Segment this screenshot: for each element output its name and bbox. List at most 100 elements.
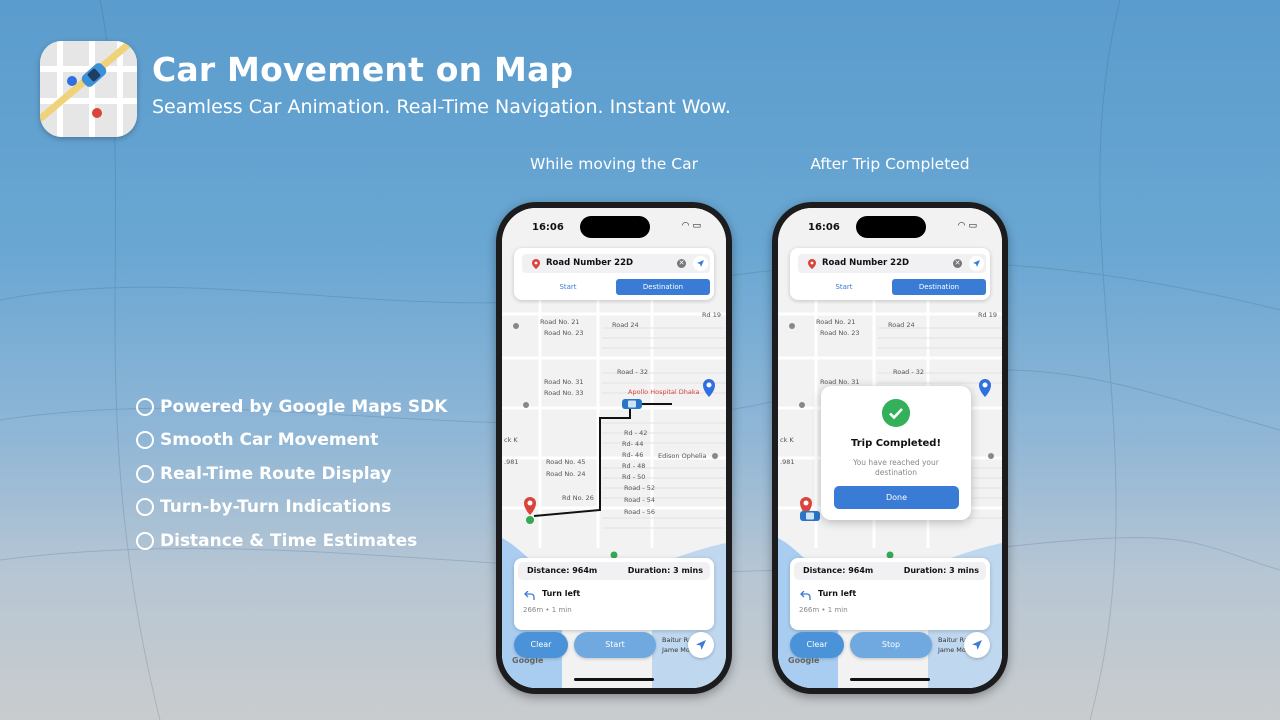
map-label: Road No. 23	[820, 329, 860, 337]
map-label: .981	[780, 458, 795, 466]
map-label: Rd - 48	[622, 462, 646, 470]
turn-distance: 266m • 1 min	[799, 606, 848, 614]
search-value: Road Number 22D	[546, 258, 634, 268]
app-icon	[40, 41, 137, 137]
turn-instruction: Turn left	[542, 589, 581, 598]
turn-left-icon	[524, 591, 535, 600]
trip-summary-row: Distance: 964m Duration: 3 mins	[518, 562, 710, 580]
home-indicator	[850, 678, 930, 681]
my-location-icon[interactable]	[688, 632, 714, 658]
map-label: Jame Mo	[938, 646, 966, 654]
map-label: Road No. 31	[820, 378, 860, 386]
feature-label: Distance & Time Estimates	[160, 530, 418, 551]
phone-screen: 16:06 ◠▭ Road No. 21 Road No. 23 Road 24…	[502, 208, 726, 688]
map-label: Road No. 45	[546, 458, 586, 466]
dynamic-island	[856, 216, 926, 238]
route-input-card: Road Number 22D ✕ Start Destination	[514, 248, 714, 300]
map-label: ck K	[780, 436, 794, 444]
battery-icon: ▭	[968, 221, 980, 231]
circle-bullet-icon	[136, 531, 154, 550]
route-tabs: Start Destination	[798, 279, 986, 295]
map-label: Road - 56	[624, 508, 656, 516]
feature-item: Smooth Car Movement	[136, 424, 447, 458]
map-label: ck K	[504, 436, 518, 444]
feature-item: Distance & Time Estimates	[136, 524, 447, 558]
trip-summary-row: Distance: 964m Duration: 3 mins	[794, 562, 986, 580]
distance-value: Distance: 964m	[527, 566, 598, 575]
my-location-icon[interactable]	[964, 632, 990, 658]
success-check-icon	[882, 399, 910, 427]
map-label: Road No. 23	[544, 329, 584, 337]
map-label: Rd- 44	[622, 440, 644, 448]
navigation-arrow-icon[interactable]	[693, 256, 708, 271]
status-time: 16:06	[532, 222, 564, 233]
map-label: Rd No. 26	[562, 494, 594, 502]
map-label: Road No. 24	[546, 470, 586, 478]
map-label: Road No. 33	[544, 389, 584, 397]
route-input-card: Road Number 22D ✕ Start Destination	[790, 248, 990, 300]
phone-completed: 16:06 ◠▭ Road No. 21 Road No. 23 Road 24…	[772, 202, 1008, 694]
tab-start[interactable]: Start	[798, 279, 890, 295]
phone-screen: 16:06 ◠▭ Road No. 21 Road No. 23 Road 24…	[778, 208, 1002, 688]
destination-search-field[interactable]: Road Number 22D ✕	[522, 254, 710, 273]
duration-value: Duration: 3 mins	[903, 566, 979, 575]
tab-destination[interactable]: Destination	[892, 279, 986, 295]
dynamic-island	[580, 216, 650, 238]
status-icons: ◠▭	[958, 221, 980, 231]
distance-value: Distance: 964m	[803, 566, 874, 575]
trip-info-card: Distance: 964m Duration: 3 mins Turn lef…	[790, 558, 990, 630]
hospital-label: Apollo Hospital Dhaka	[628, 388, 700, 396]
circle-bullet-icon	[136, 397, 154, 416]
status-time: 16:06	[808, 222, 840, 233]
start-button[interactable]: Start	[574, 632, 656, 658]
screen-caption-completed: After Trip Completed	[810, 155, 970, 173]
location-pin-icon	[808, 259, 816, 269]
map-label: Rd - 50	[622, 473, 646, 481]
done-button[interactable]: Done	[834, 486, 959, 509]
turn-instruction: Turn left	[818, 589, 857, 598]
page-title: Car Movement on Map	[152, 50, 574, 89]
clear-button[interactable]: Clear	[790, 632, 844, 658]
map-label: Road - 32	[617, 368, 649, 376]
clear-search-icon[interactable]: ✕	[677, 259, 686, 268]
page-subtitle: Seamless Car Animation. Real-Time Naviga…	[152, 96, 731, 118]
circle-bullet-icon	[136, 498, 154, 517]
dialog-message: You have reached your destination	[853, 458, 939, 477]
dialog-title: Trip Completed!	[851, 438, 941, 449]
circle-bullet-icon	[136, 464, 154, 483]
map-label: Road - 54	[624, 496, 656, 504]
tab-destination[interactable]: Destination	[616, 279, 710, 295]
map-label: Rd 19	[702, 311, 721, 319]
feature-list: Powered by Google Maps SDK Smooth Car Mo…	[136, 390, 447, 558]
clear-search-icon[interactable]: ✕	[953, 259, 962, 268]
feature-label: Real-Time Route Display	[160, 463, 392, 484]
map-label: Road No. 21	[540, 318, 580, 326]
map-label: Rd - 42	[624, 429, 648, 437]
map-label: Jame Mo	[662, 646, 690, 654]
map-label: Road - 52	[624, 484, 656, 492]
feature-label: Powered by Google Maps SDK	[160, 396, 448, 417]
map-label: Road No. 31	[544, 378, 584, 386]
turn-left-icon	[800, 591, 811, 600]
map-label: Rd- 46	[622, 451, 644, 459]
stop-button[interactable]: Stop	[850, 632, 932, 658]
map-label: Edison Ophelia	[658, 452, 707, 460]
location-pin-icon	[532, 259, 540, 269]
status-icons: ◠▭	[682, 221, 704, 231]
destination-search-field[interactable]: Road Number 22D ✕	[798, 254, 986, 273]
map-label: Road 24	[612, 321, 639, 329]
map-label: Rd 19	[978, 311, 997, 319]
navigation-arrow-icon[interactable]	[969, 256, 984, 271]
battery-icon: ▭	[692, 221, 704, 231]
map-label: Road - 32	[893, 368, 925, 376]
clear-button[interactable]: Clear	[514, 632, 568, 658]
trip-completed-dialog: Trip Completed! You have reached your de…	[821, 386, 971, 520]
wifi-icon: ◠	[681, 221, 693, 231]
feature-item: Turn-by-Turn Indications	[136, 491, 447, 525]
screen-caption-moving: While moving the Car	[530, 155, 698, 173]
feature-item: Real-Time Route Display	[136, 457, 447, 491]
route-tabs: Start Destination	[522, 279, 710, 295]
tab-start[interactable]: Start	[522, 279, 614, 295]
circle-bullet-icon	[136, 431, 154, 450]
turn-distance: 266m • 1 min	[523, 606, 572, 614]
